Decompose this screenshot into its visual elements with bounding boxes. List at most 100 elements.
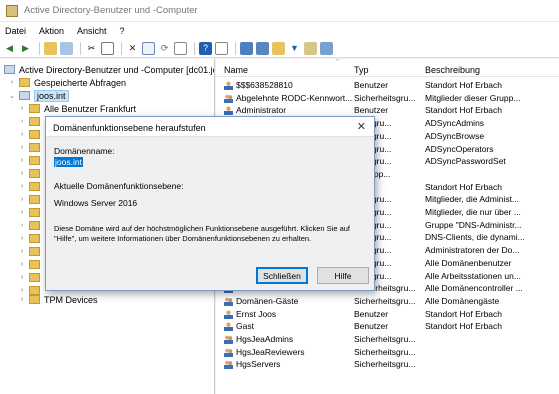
expand-icon[interactable]: › (18, 296, 26, 303)
expand-icon[interactable]: › (18, 209, 26, 216)
help-icon[interactable]: ? (199, 41, 212, 55)
tree-item[interactable]: › (18, 141, 44, 154)
list-item[interactable]: HgsJeaAdmins Sicherheitsgru... (216, 333, 559, 346)
close-icon[interactable]: ✕ (357, 120, 366, 133)
expand-icon[interactable]: › (18, 131, 26, 138)
list-item[interactable]: Gast Benutzer Standort Hof Erbach (216, 320, 559, 333)
title-bar: Active Directory-Benutzer und -Computer (0, 0, 559, 22)
list-item-description: Gruppe "DNS-Administr... (425, 219, 522, 230)
folder-icon (29, 221, 40, 230)
tree-item[interactable]: › (18, 206, 44, 219)
expand-icon[interactable]: › (18, 105, 26, 112)
list-item-type: Sicherheitsgru... (354, 359, 416, 370)
column-header-description[interactable]: Beschreibung (425, 65, 480, 75)
dialog-title-bar: Domänenfunktionsebene heraufstufen ✕ (46, 117, 374, 137)
refresh-icon[interactable]: ⟳ (158, 42, 171, 55)
filter-icon[interactable]: ▼ (288, 42, 301, 55)
list-item-description: Alle Arbeitsstationen un... (425, 270, 521, 281)
list-item-type: Benutzer (354, 308, 389, 319)
new-ou-icon[interactable] (272, 41, 285, 55)
tree-item[interactable]: › (18, 219, 44, 232)
expand-icon[interactable]: › (8, 79, 16, 86)
domain-name-field[interactable]: joos.int (54, 157, 84, 169)
tree-ou-tpm-devices[interactable]: › TPM Devices (18, 293, 98, 306)
list-item[interactable]: HgsJeaReviewers Sicherheitsgru... (216, 346, 559, 359)
expand-icon[interactable]: › (18, 261, 26, 268)
new-group-icon[interactable] (256, 41, 269, 55)
menu-bar: Datei Aktion Ansicht ? (0, 22, 559, 39)
list-item[interactable]: HgsServers Sicherheitsgru... (216, 358, 559, 371)
tree-item[interactable]: › (18, 115, 44, 128)
ad-app-icon (6, 4, 18, 17)
add-to-group-icon[interactable] (320, 41, 333, 55)
list-item-description: ADSyncAdmins (425, 118, 485, 129)
current-level-value: Windows Server 2016 (54, 198, 138, 208)
export-list-icon[interactable] (174, 41, 187, 55)
user-icon (224, 106, 233, 116)
expand-icon[interactable]: › (18, 248, 26, 255)
list-item[interactable]: Domänen-Gäste Sicherheitsgru... Alle Domän… (216, 295, 559, 308)
list-item-description: Standort Hof Erbach (425, 105, 503, 116)
list-item-name-text: HgsJeaAdmins (236, 334, 294, 344)
new-user-icon[interactable] (240, 41, 253, 55)
up-folder-icon[interactable] (44, 41, 57, 55)
list-item[interactable]: Abgelehnte RODC-Kennwort... Sicherheitsgr… (216, 92, 559, 105)
tree-item[interactable]: › (18, 271, 44, 284)
list-item[interactable]: Ernst Joos Benutzer Standort Hof Erbach (216, 308, 559, 321)
list-item-name-text: Ernst Joos (236, 308, 277, 319)
forward-arrow-icon[interactable]: ▶ (19, 42, 32, 55)
back-arrow-icon[interactable]: ◀ (3, 42, 16, 55)
tree-item[interactable]: › (18, 232, 44, 245)
expand-icon[interactable]: › (18, 196, 26, 203)
current-level-label: Aktuelle Domänenfunktionsebene: (54, 181, 184, 191)
dialog-info-text: Diese Domäne wird auf der höchstmögliche… (54, 224, 351, 243)
list-item-description: Alle Domänenbenutzer (425, 257, 512, 268)
tree-domain[interactable]: ⌄ joos.int (8, 89, 69, 102)
details-view-icon[interactable] (215, 41, 228, 55)
menu-datei[interactable]: Datei (5, 26, 26, 36)
tree-item[interactable]: › (18, 154, 44, 167)
expand-icon[interactable]: › (18, 235, 26, 242)
column-header-type[interactable]: Typ (354, 65, 369, 75)
tree-item[interactable]: › (18, 258, 44, 271)
expand-icon[interactable]: › (18, 274, 26, 281)
tree-item[interactable]: › (18, 193, 44, 206)
column-header-name[interactable]: Name (224, 65, 248, 75)
close-button[interactable]: Schließen (256, 267, 308, 284)
menu-aktion[interactable]: Aktion (39, 26, 64, 36)
menu-help[interactable]: ? (120, 26, 125, 36)
delete-icon[interactable]: ✕ (126, 42, 139, 55)
copy-icon[interactable] (101, 41, 114, 55)
domain-name-value: joos.int (54, 157, 83, 167)
properties-icon[interactable] (142, 41, 155, 55)
domain-icon (19, 91, 30, 100)
expand-icon[interactable]: › (18, 157, 26, 164)
tree-item[interactable]: › (18, 128, 44, 141)
cut-icon[interactable]: ✂ (85, 42, 98, 55)
expand-icon[interactable]: › (18, 118, 26, 125)
ad-root-icon (4, 65, 15, 74)
expand-icon[interactable]: › (18, 183, 26, 190)
menu-ansicht[interactable]: Ansicht (77, 26, 107, 36)
expand-icon[interactable]: › (18, 144, 26, 151)
show-tree-icon[interactable] (60, 41, 73, 55)
find-icon[interactable] (304, 41, 317, 55)
tree-item[interactable]: › (18, 245, 44, 258)
list-item[interactable]: $$$638528810 Benutzer Standort Hof Erbach (216, 79, 559, 92)
list-item-name: $$$638528810 (224, 79, 352, 92)
tree-ou-frankfurt[interactable]: › Alle Benutzer Frankfurt (18, 102, 136, 115)
folder-icon (29, 234, 40, 243)
folder-icon (29, 156, 40, 165)
tree-item[interactable]: › (18, 167, 44, 180)
collapse-icon[interactable]: ⌄ (8, 92, 16, 100)
list-item-name: Abgelehnte RODC-Kennwort... (224, 92, 352, 105)
expand-icon[interactable]: › (18, 222, 26, 229)
folder-icon (29, 143, 40, 152)
tree-item[interactable]: › (18, 180, 44, 193)
tree-root[interactable]: Active Directory-Benutzer und -Computer … (4, 63, 214, 76)
expand-icon[interactable]: › (18, 170, 26, 177)
tree-saved-queries[interactable]: › Gespeicherte Abfragen (8, 76, 126, 89)
help-button[interactable]: Hilfe (317, 267, 369, 284)
group-icon (224, 335, 233, 344)
list-item-description: ADSyncOperators (425, 143, 494, 154)
